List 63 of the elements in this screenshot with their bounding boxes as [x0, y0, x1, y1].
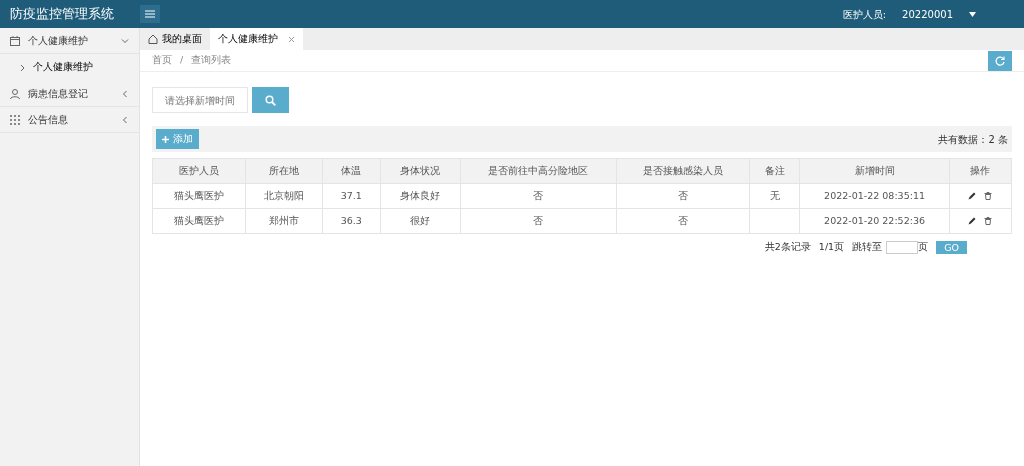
- breadcrumb-item[interactable]: 首页: [152, 53, 172, 68]
- chevron-down-icon: [121, 36, 129, 45]
- table-cell: 37.1: [322, 183, 381, 209]
- column-header: 备注: [749, 158, 800, 184]
- chevron-left-icon: [121, 89, 129, 98]
- goto-label: 跳转至: [852, 240, 883, 254]
- column-header: 所在地: [245, 158, 323, 184]
- breadcrumb-separator: /: [180, 53, 184, 68]
- column-header: 操作: [949, 158, 1012, 184]
- table-cell: 猫头鹰医护: [152, 208, 246, 234]
- table-cell: 郑州市: [245, 208, 323, 234]
- column-header: 是否接触感染人员: [616, 158, 750, 184]
- menu-button[interactable]: [140, 5, 160, 23]
- pencil-icon[interactable]: [968, 192, 977, 200]
- user-menu[interactable]: 20220001: [902, 6, 953, 22]
- sidebar-subitem[interactable]: 个人健康维护: [0, 54, 139, 81]
- search-field[interactable]: 请选择新增时间: [152, 87, 248, 113]
- trash-icon[interactable]: [984, 217, 993, 225]
- sidebar-item[interactable]: 病患信息登记: [0, 81, 139, 107]
- trash-icon[interactable]: [984, 192, 993, 200]
- table-cell: 否: [616, 208, 750, 234]
- user-label: 医护人员:: [842, 7, 887, 22]
- refresh-icon: [995, 55, 1005, 66]
- app-title: 防疫监控管理系统: [9, 5, 115, 24]
- table-cell: 猫头鹰医护: [152, 183, 246, 209]
- sidebar-item[interactable]: 个人健康维护: [0, 28, 139, 54]
- tab[interactable]: 我的桌面: [140, 28, 210, 50]
- caret-icon: [969, 11, 976, 17]
- table-cell: 无: [749, 183, 800, 209]
- table-cell: 36.3: [322, 208, 381, 234]
- column-header: 是否前往中高分险地区: [460, 158, 617, 184]
- search-icon: [265, 94, 276, 106]
- refresh-button[interactable]: [988, 50, 1012, 71]
- sidebar-item[interactable]: 公告信息: [0, 107, 139, 133]
- page-field[interactable]: [886, 240, 919, 254]
- grid-icon: [10, 114, 20, 125]
- person-icon: [10, 88, 20, 99]
- column-header: 体温: [322, 158, 381, 184]
- page-count: 1/1页: [818, 240, 845, 254]
- table-cell: 北京朝阳: [245, 183, 323, 209]
- breadcrumb-item: 查询列表: [191, 53, 232, 68]
- page-summary: 共2条记录: [764, 240, 811, 254]
- table-cell: 2022-01-20 22:52:36: [799, 208, 950, 234]
- chevron-right-icon: [20, 63, 25, 72]
- table-cell: [749, 208, 800, 234]
- pencil-icon[interactable]: [968, 217, 977, 225]
- tab[interactable]: 个人健康维护: [210, 28, 303, 50]
- table-cell: 2022-01-22 08:35:11: [799, 183, 950, 209]
- calendar-icon: [10, 35, 20, 46]
- column-header: 身体状况: [380, 158, 461, 184]
- table-cell: 否: [616, 183, 750, 209]
- home-icon: [148, 34, 158, 44]
- plus-icon: [162, 135, 169, 143]
- column-header: 医护人员: [152, 158, 246, 184]
- table-cell: 否: [460, 208, 617, 234]
- record-total: 共有数据：2 条: [938, 132, 1008, 147]
- table-cell: 很好: [380, 208, 461, 234]
- menu-icon: [145, 10, 155, 18]
- page-suffix: 页: [918, 240, 929, 254]
- column-header: 新增时间: [799, 158, 950, 184]
- table-cell: 否: [460, 183, 617, 209]
- table-cell: 身体良好: [380, 183, 461, 209]
- chevron-left-icon: [121, 115, 129, 124]
